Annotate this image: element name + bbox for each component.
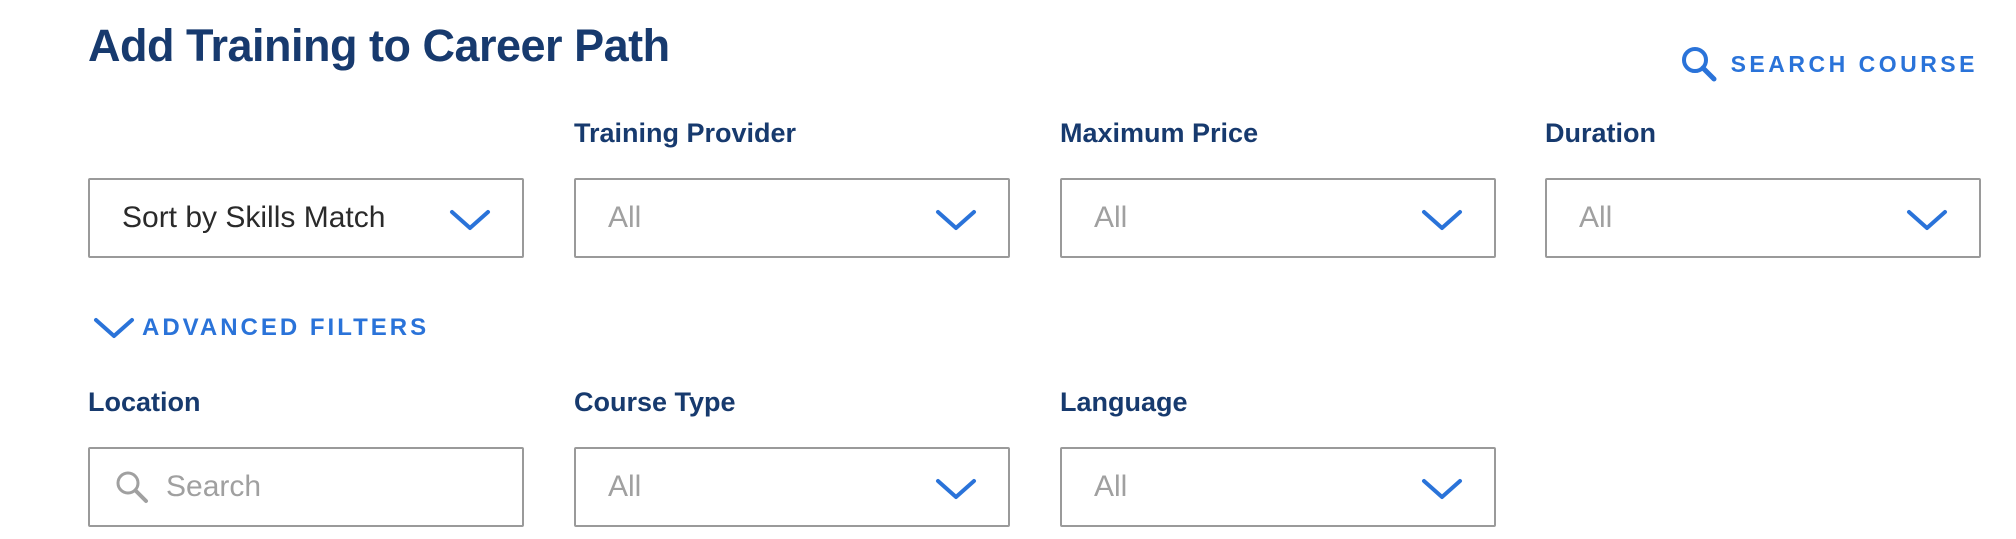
advanced-filters-label: ADVANCED FILTERS [142, 314, 430, 341]
location-search-box[interactable] [88, 447, 524, 527]
language-field: Language All [1060, 387, 1496, 527]
location-search-input[interactable] [164, 469, 468, 505]
course-type-field: Course Type All [574, 387, 1010, 527]
training-provider-select[interactable]: All [574, 178, 1010, 258]
search-course-label: SEARCH COURSE [1730, 50, 1978, 77]
maximum-price-value: All [1094, 201, 1128, 234]
course-type-select[interactable]: All [574, 447, 1010, 527]
maximum-price-select[interactable]: All [1060, 178, 1496, 258]
sort-label [88, 118, 524, 150]
course-type-value: All [608, 470, 642, 503]
training-provider-label: Training Provider [574, 118, 797, 148]
search-icon [116, 471, 148, 503]
advanced-filters-toggle[interactable]: ADVANCED FILTERS [92, 314, 429, 342]
chevron-down-icon [94, 318, 134, 338]
search-course-button[interactable]: SEARCH COURSE [1679, 44, 1978, 84]
chevron-down-icon [1907, 210, 1947, 230]
language-value: All [1094, 470, 1128, 503]
language-label: Language [1060, 387, 1188, 417]
page: Add Training to Career Path SEARCH COURS… [0, 0, 2016, 539]
search-icon [1681, 47, 1717, 82]
location-label: Location [88, 387, 201, 417]
location-field: Location [88, 387, 524, 527]
duration-select[interactable]: All [1545, 178, 1981, 258]
training-provider-value: All [608, 201, 642, 234]
language-select[interactable]: All [1060, 447, 1496, 527]
duration-label: Duration [1545, 118, 1656, 148]
sort-field: Sort by Skills Match [88, 118, 524, 258]
maximum-price-label: Maximum Price [1060, 118, 1259, 148]
course-type-label: Course Type [574, 387, 736, 417]
duration-value: All [1579, 201, 1613, 234]
chevron-down-icon [1422, 479, 1462, 499]
duration-field: Duration All [1545, 118, 1981, 258]
chevron-down-icon [936, 210, 976, 230]
chevron-down-icon [936, 479, 976, 499]
page-title: Add Training to Career Path [88, 20, 670, 71]
chevron-down-icon [450, 210, 490, 230]
sort-select[interactable]: Sort by Skills Match [88, 178, 524, 258]
chevron-down-icon [1422, 210, 1462, 230]
training-provider-field: Training Provider All [574, 118, 1010, 258]
maximum-price-field: Maximum Price All [1060, 118, 1496, 258]
sort-value: Sort by Skills Match [122, 201, 386, 234]
